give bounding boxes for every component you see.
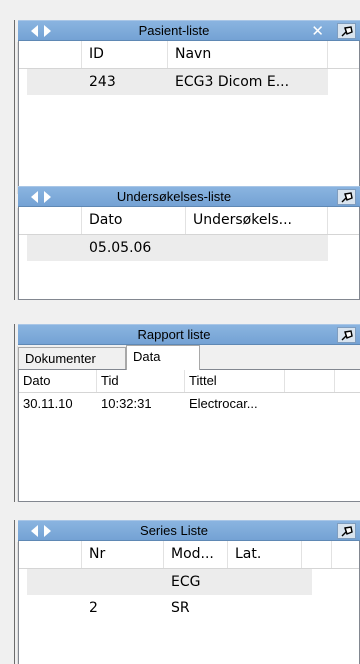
column-header-time[interactable]: Tid [97, 370, 185, 392]
column-header-empty [285, 370, 335, 392]
row-header-column [19, 207, 82, 234]
panel-border [14, 324, 15, 502]
pin-icon[interactable] [337, 523, 356, 539]
pin-icon[interactable] [337, 189, 356, 205]
table-row[interactable]: 2 SR [19, 595, 359, 621]
column-header-date[interactable]: Dato [19, 370, 97, 392]
panel-title: Pasient-liste [138, 23, 210, 38]
column-header-title[interactable]: Tittel [185, 370, 285, 392]
table-row[interactable]: 05.05.06 [19, 235, 359, 261]
patient-list-titlebar: Pasient-liste ✕ [18, 20, 360, 41]
table-row[interactable]: 30.11.10 10:32:31 Electrocar... [19, 393, 360, 415]
column-header-date[interactable]: Dato [82, 207, 186, 234]
patient-grid: ID Navn 243 ECG3 Dicom E... [18, 41, 360, 194]
report-list-panel: Rapport liste Dokumenter Data Dato Tid T… [14, 324, 360, 502]
cell-title: Electrocar... [189, 396, 258, 411]
panel-title: Undersøkelses-liste [116, 189, 232, 204]
grid-header: ID Navn [19, 41, 359, 69]
cell-modality: ECG [171, 574, 201, 590]
patient-list-panel: Pasient-liste ✕ ID Navn 243 ECG3 Dicom E… [14, 20, 360, 194]
column-header-id[interactable]: ID [82, 41, 168, 68]
table-row[interactable]: 243 ECG3 Dicom E... [19, 69, 359, 95]
panel-border [14, 520, 15, 664]
tab-data[interactable]: Data [126, 345, 200, 370]
series-grid: Nr Mod... Lat. ECG 2 SR [18, 541, 360, 664]
cell-date: 30.11.10 [23, 396, 73, 411]
panel-border [14, 186, 15, 300]
cell-name: ECG3 Dicom E... [175, 74, 290, 90]
panel-border [14, 20, 15, 194]
table-row[interactable]: ECG [19, 569, 359, 595]
report-tabs: Dokumenter Data [18, 345, 360, 370]
column-header-empty [302, 541, 332, 568]
column-header-modality[interactable]: Mod... [164, 541, 228, 568]
column-header-laterality[interactable]: Lat. [228, 541, 302, 568]
column-header-nr[interactable]: Nr [82, 541, 164, 568]
cell-modality: SR [171, 600, 190, 616]
column-header-exam[interactable]: Undersøkels... [186, 207, 328, 234]
column-header-name[interactable]: Navn [168, 41, 328, 68]
cell-id: 243 [89, 74, 116, 90]
pin-icon[interactable] [337, 23, 356, 39]
cell-nr: 2 [89, 600, 98, 616]
panel-title: Series Liste [140, 523, 208, 538]
series-list-titlebar: Series Liste [18, 520, 360, 541]
pin-icon[interactable] [337, 327, 356, 343]
tab-documents[interactable]: Dokumenter [18, 347, 126, 369]
row-header-column [19, 541, 82, 568]
panel-title: Rapport liste [137, 327, 211, 342]
exam-grid: Dato Undersøkels... 05.05.06 [18, 207, 360, 300]
exam-list-titlebar: Undersøkelses-liste [18, 186, 360, 207]
cell-date: 05.05.06 [89, 240, 152, 256]
grid-header: Dato Tid Tittel [19, 370, 360, 393]
report-grid: Dato Tid Tittel 30.11.10 10:32:31 Electr… [18, 369, 360, 502]
cell-time: 10:32:31 [101, 396, 152, 411]
row-header-column [19, 41, 82, 68]
exam-list-panel: Undersøkelses-liste Dato Undersøkels... … [14, 186, 360, 300]
grid-header: Dato Undersøkels... [19, 207, 359, 235]
grid-header: Nr Mod... Lat. [19, 541, 359, 569]
report-list-titlebar: Rapport liste [18, 324, 360, 345]
close-icon[interactable]: ✕ [311, 21, 324, 41]
series-list-panel: Series Liste Nr Mod... Lat. ECG 2 SR [14, 520, 360, 664]
